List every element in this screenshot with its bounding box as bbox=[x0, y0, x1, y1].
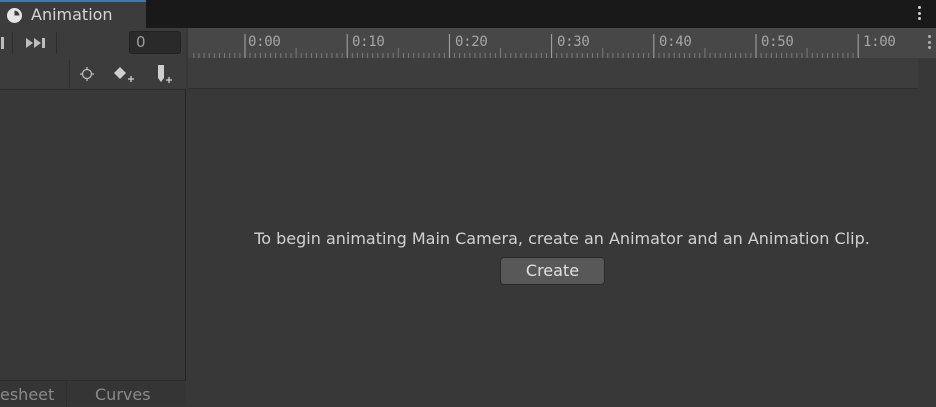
event-strip[interactable] bbox=[188, 58, 918, 89]
keyframe-controls bbox=[0, 58, 186, 90]
animation-tab[interactable]: Animation bbox=[0, 0, 146, 28]
tab-dopesheet[interactable]: esheet bbox=[0, 385, 54, 404]
tab-title: Animation bbox=[31, 5, 113, 24]
add-event-icon[interactable] bbox=[150, 62, 178, 86]
tick-label: 0:30 bbox=[557, 34, 590, 50]
frame-field[interactable]: 0 bbox=[129, 31, 181, 54]
separator bbox=[69, 60, 70, 88]
tab-curves[interactable]: Curves bbox=[95, 385, 151, 404]
timeline-menu-icon[interactable] bbox=[928, 35, 931, 52]
timeline-ruler[interactable]: 0:00 0:10 0:20 0:30 0:40 0:50 1:00 bbox=[188, 28, 936, 58]
clock-icon bbox=[7, 8, 22, 23]
window-tab-bar: Animation bbox=[0, 0, 936, 28]
tick-label: 0:40 bbox=[659, 34, 692, 50]
add-keyframe-icon[interactable] bbox=[110, 62, 138, 86]
left-panel: 0 esheet Curves bbox=[0, 28, 186, 407]
prev-keyframe-icon[interactable] bbox=[0, 35, 8, 51]
separator bbox=[66, 381, 67, 407]
tick-label: 0:00 bbox=[248, 34, 281, 50]
tick-label: 0:50 bbox=[761, 34, 794, 50]
separator bbox=[12, 32, 13, 54]
playback-controls: 0 bbox=[0, 28, 186, 58]
tick-label: 1:00 bbox=[863, 34, 896, 50]
separator bbox=[56, 32, 57, 54]
view-mode-tabs: esheet Curves bbox=[0, 380, 186, 407]
empty-state-message: To begin animating Main Camera, create a… bbox=[254, 229, 870, 248]
next-keyframe-icon[interactable] bbox=[22, 35, 50, 51]
crosshair-icon[interactable] bbox=[74, 62, 100, 86]
tick-label: 0:20 bbox=[455, 34, 488, 50]
window-menu-icon[interactable] bbox=[918, 6, 922, 22]
create-button[interactable]: Create bbox=[500, 257, 605, 285]
tick-label: 0:10 bbox=[352, 34, 385, 50]
